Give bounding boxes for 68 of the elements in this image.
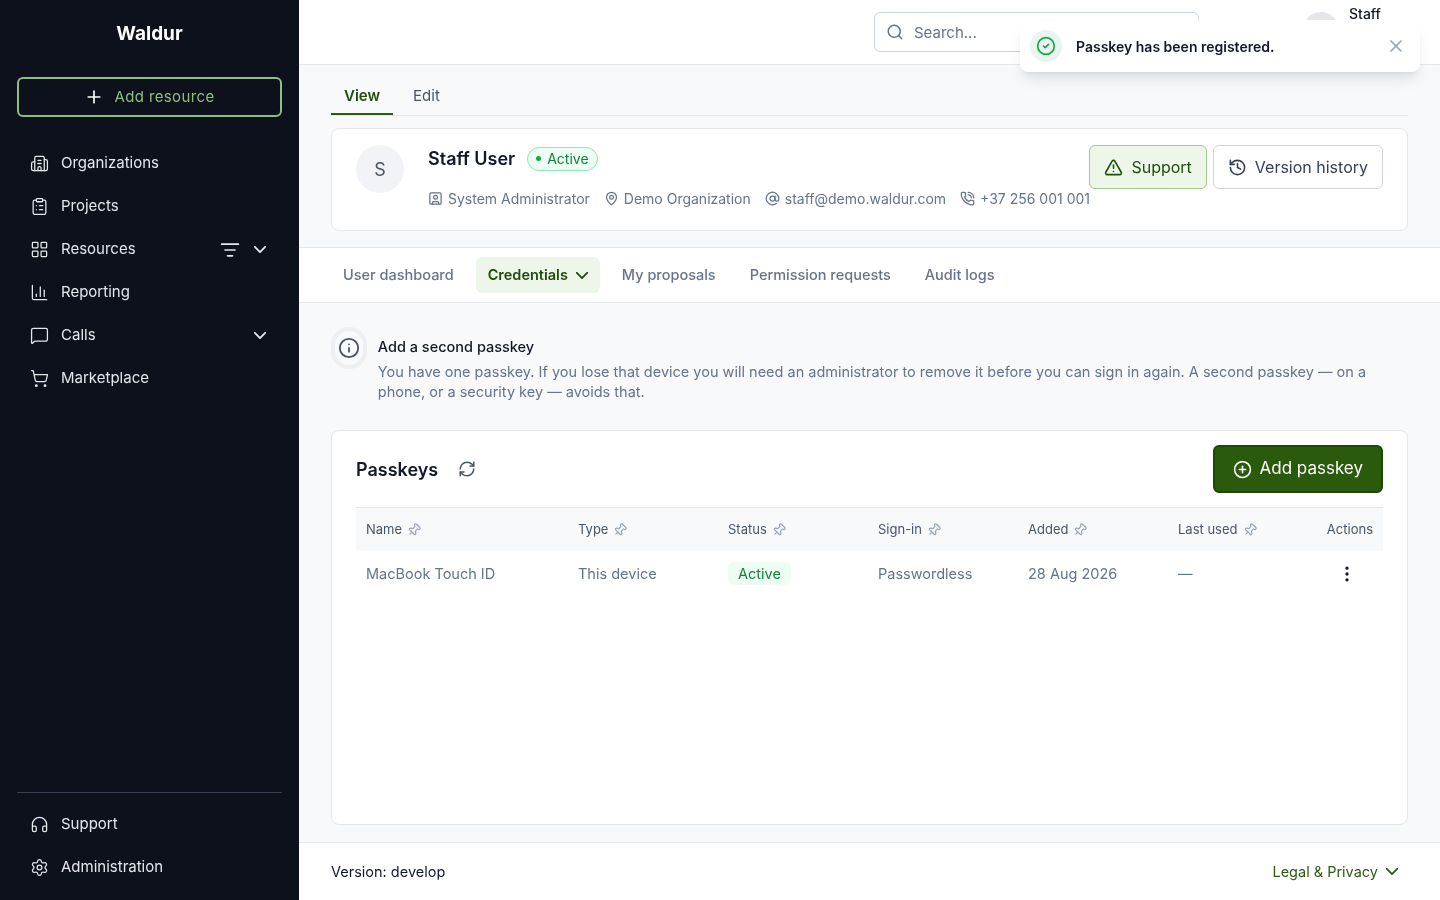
sidebar-item[interactable]: Marketplace bbox=[17, 357, 282, 400]
grid-icon bbox=[30, 240, 49, 259]
refresh-icon[interactable] bbox=[458, 460, 477, 478]
support-button[interactable]: Support bbox=[1089, 145, 1207, 189]
chevron-down-icon[interactable] bbox=[254, 246, 266, 253]
profile-detail: staff@demo.waldur.com bbox=[784, 189, 947, 209]
building-icon bbox=[30, 154, 49, 173]
map-pin-icon bbox=[603, 191, 619, 206]
sidebar-item[interactable]: Support bbox=[17, 803, 282, 846]
profile-detail: System Administrator bbox=[448, 189, 590, 209]
at-sign-icon bbox=[764, 191, 780, 206]
card-title: Passkeys bbox=[356, 457, 439, 482]
sidebar-item[interactable]: Resources bbox=[17, 228, 282, 271]
id-badge-icon bbox=[428, 191, 443, 206]
info-icon bbox=[337, 337, 360, 360]
section-tab[interactable]: User dashboard bbox=[331, 257, 466, 294]
page-tab[interactable]: View bbox=[331, 75, 394, 115]
column-header: Status bbox=[728, 519, 767, 539]
profile-detail: +37 256 001 001 bbox=[980, 189, 1090, 209]
check-circle-icon bbox=[1036, 36, 1056, 56]
plus-circle-icon bbox=[1232, 459, 1252, 479]
add-passkey-button[interactable]: Add passkey bbox=[1212, 445, 1383, 493]
clipboard-icon bbox=[30, 197, 49, 216]
table-cell-text: This device bbox=[578, 564, 658, 585]
column-header: Name bbox=[366, 519, 403, 539]
column-header: Actions bbox=[1326, 519, 1373, 539]
status-badge: Active bbox=[728, 562, 791, 586]
headset-icon bbox=[30, 815, 49, 834]
history-icon bbox=[1227, 157, 1247, 177]
sidebar-item[interactable]: Reporting bbox=[17, 271, 282, 314]
section-tab[interactable]: Credentials bbox=[475, 257, 600, 294]
table-cell-text: 28 Aug 2026 bbox=[1028, 564, 1119, 585]
version-label: Version: develop bbox=[331, 861, 447, 882]
sidebar-item[interactable]: Projects bbox=[17, 185, 282, 228]
column-header: Type bbox=[578, 519, 609, 539]
user-name: Staff User bbox=[428, 147, 516, 171]
column-header: Sign-in bbox=[878, 519, 922, 539]
section-tab[interactable]: Audit logs bbox=[912, 257, 1007, 294]
phone-icon bbox=[960, 191, 976, 206]
status-badge: Active bbox=[527, 146, 598, 171]
sidebar-item[interactable]: Organizations bbox=[17, 142, 282, 185]
bar-chart-icon bbox=[30, 283, 49, 302]
legal-privacy-link[interactable]: Legal & Privacy bbox=[1272, 860, 1398, 883]
chevron-down-icon bbox=[1386, 868, 1398, 875]
notice-title: Add a second passkey bbox=[377, 337, 536, 358]
table-cell-text: MacBook Touch ID bbox=[366, 564, 497, 585]
notice-text: You have one passkey. If you lose that device you will need an administrator to remove it before you can sign in again. A second passkey — on a phone, or a security key — avoids that. bbox=[377, 362, 1368, 402]
settings-icon bbox=[30, 858, 49, 877]
section-tab[interactable]: My proposals bbox=[609, 257, 728, 294]
add-resource-button[interactable]: Add resource bbox=[17, 77, 282, 117]
section-tab[interactable]: Permission requests bbox=[737, 257, 903, 294]
profile-detail: Demo Organization bbox=[623, 189, 751, 209]
chat-bubble-icon bbox=[30, 326, 49, 345]
user-avatar: S bbox=[356, 145, 404, 193]
table-cell-text: — bbox=[1178, 564, 1194, 585]
brand-logo[interactable]: Waldur bbox=[17, 0, 282, 77]
search-icon bbox=[886, 23, 904, 41]
user-name: Staff bbox=[1349, 8, 1381, 20]
cart-icon bbox=[30, 369, 49, 388]
chevron-down-icon[interactable] bbox=[254, 332, 266, 339]
column-header: Last used bbox=[1178, 519, 1238, 539]
sidebar-item[interactable]: Administration bbox=[17, 846, 282, 889]
table-cell-text: Passwordless bbox=[878, 564, 974, 585]
warning-icon bbox=[1104, 157, 1124, 177]
page-tab[interactable]: Edit bbox=[393, 75, 460, 115]
sidebar-item[interactable]: Calls bbox=[17, 314, 282, 357]
version-history-button[interactable]: Version history bbox=[1212, 145, 1383, 189]
column-header: Added bbox=[1028, 519, 1069, 539]
